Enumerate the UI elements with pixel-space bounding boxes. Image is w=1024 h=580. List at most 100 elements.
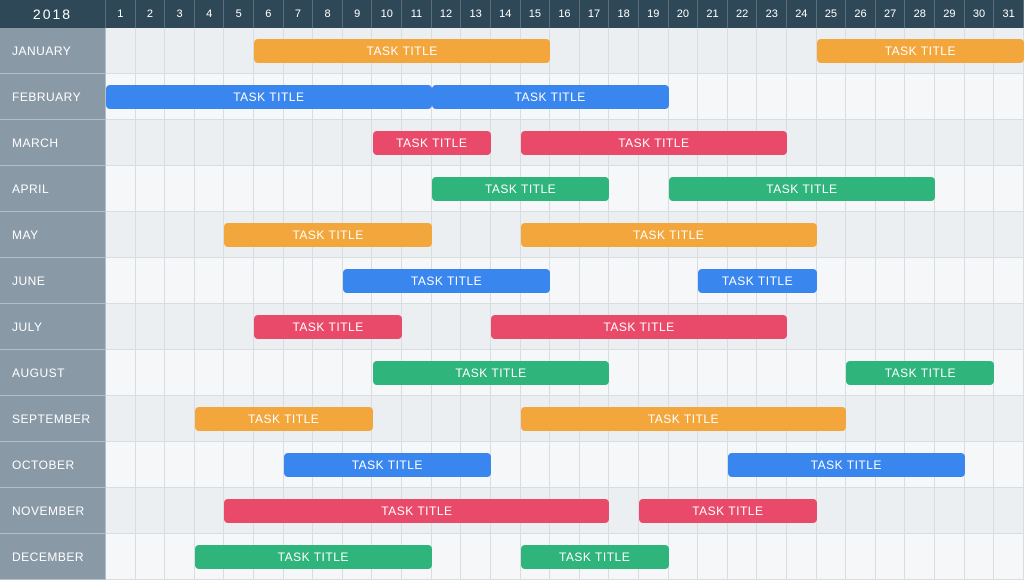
grid-cell (491, 442, 521, 488)
grid-cell (195, 28, 225, 74)
day-header-21: 21 (698, 0, 728, 28)
grid-cell (935, 304, 965, 350)
month-label-april: APRIL (0, 166, 106, 212)
grid-cell (106, 350, 136, 396)
month-label-july: JULY (0, 304, 106, 350)
grid-cell (254, 258, 284, 304)
task-bar[interactable]: TASK TITLE (106, 85, 432, 109)
month-row-september: SEPTEMBER (0, 396, 1024, 442)
task-bar[interactable]: TASK TITLE (432, 177, 610, 201)
grid-cell (935, 212, 965, 258)
grid-cell (994, 166, 1024, 212)
task-bar[interactable]: TASK TITLE (195, 545, 432, 569)
task-bar[interactable]: TASK TITLE (254, 315, 402, 339)
grid-cell (994, 534, 1024, 580)
grid-cell (580, 442, 610, 488)
grid-cell (846, 120, 876, 166)
grid-cell (935, 396, 965, 442)
month-label-august: AUGUST (0, 350, 106, 396)
grid-cell (935, 120, 965, 166)
grid-cell (195, 442, 225, 488)
grid-cell (106, 304, 136, 350)
grid-cell (491, 212, 521, 258)
grid-cell (787, 74, 817, 120)
grid-cell (136, 534, 166, 580)
day-header-28: 28 (905, 0, 935, 28)
task-bar[interactable]: TASK TITLE (224, 499, 609, 523)
task-bar[interactable]: TASK TITLE (491, 315, 787, 339)
task-bar[interactable]: TASK TITLE (373, 361, 610, 385)
grid-cell (965, 442, 995, 488)
grid-cell (728, 350, 758, 396)
day-header-11: 11 (402, 0, 432, 28)
day-header-25: 25 (817, 0, 847, 28)
day-header-31: 31 (994, 0, 1024, 28)
task-bar[interactable]: TASK TITLE (817, 39, 1024, 63)
task-bar[interactable]: TASK TITLE (432, 85, 669, 109)
grid-cell (106, 396, 136, 442)
grid-cell (165, 28, 195, 74)
task-bar[interactable]: TASK TITLE (698, 269, 816, 293)
grid-cell (313, 350, 343, 396)
task-bar[interactable]: TASK TITLE (521, 223, 817, 247)
grid-cell (965, 120, 995, 166)
grid-cell (757, 74, 787, 120)
grid-cell (254, 166, 284, 212)
grid-cell (905, 304, 935, 350)
grid-cell (846, 258, 876, 304)
grid-cell (669, 28, 699, 74)
grid-cell (639, 442, 669, 488)
grid-cell (254, 350, 284, 396)
grid-cell (876, 488, 906, 534)
grid-cell (106, 488, 136, 534)
grid-cell (698, 74, 728, 120)
grid-cell (669, 442, 699, 488)
grid-cell (313, 166, 343, 212)
task-bar[interactable]: TASK TITLE (284, 453, 491, 477)
task-bar[interactable]: TASK TITLE (728, 453, 965, 477)
grid-cell (254, 442, 284, 488)
grid-cell (106, 166, 136, 212)
task-bar[interactable]: TASK TITLE (254, 39, 550, 63)
grid-cell (106, 258, 136, 304)
grid-cell (905, 534, 935, 580)
grid-cell (787, 304, 817, 350)
grid-cell (787, 120, 817, 166)
grid-cell (550, 258, 580, 304)
grid-cell (195, 304, 225, 350)
grid-cell (609, 166, 639, 212)
grid-cell (817, 74, 847, 120)
grid-cell (728, 28, 758, 74)
grid-cell (136, 350, 166, 396)
year-label: 2018 (0, 0, 106, 28)
task-bar[interactable]: TASK TITLE (373, 131, 491, 155)
grid-cell (136, 28, 166, 74)
task-bar[interactable]: TASK TITLE (846, 361, 994, 385)
task-bar[interactable]: TASK TITLE (639, 499, 817, 523)
grid-cell (609, 488, 639, 534)
task-bar[interactable]: TASK TITLE (343, 269, 550, 293)
task-bar[interactable]: TASK TITLE (224, 223, 431, 247)
task-bar[interactable]: TASK TITLE (195, 407, 373, 431)
grid-cell (165, 442, 195, 488)
grid-cell (313, 258, 343, 304)
task-bar[interactable]: TASK TITLE (669, 177, 936, 201)
task-bar[interactable]: TASK TITLE (521, 545, 669, 569)
task-bar[interactable]: TASK TITLE (521, 407, 847, 431)
day-header-19: 19 (639, 0, 669, 28)
grid-cell (224, 120, 254, 166)
grid-cell (669, 74, 699, 120)
grid-cell (402, 304, 432, 350)
day-header-5: 5 (224, 0, 254, 28)
day-header-14: 14 (491, 0, 521, 28)
grid-cell (284, 350, 314, 396)
month-label-february: FEBRUARY (0, 74, 106, 120)
day-header-30: 30 (965, 0, 995, 28)
grid-cell (165, 166, 195, 212)
day-header-24: 24 (787, 0, 817, 28)
task-bar[interactable]: TASK TITLE (521, 131, 788, 155)
grid-cell (787, 350, 817, 396)
grid-cell (609, 442, 639, 488)
day-header-23: 23 (757, 0, 787, 28)
month-label-june: JUNE (0, 258, 106, 304)
